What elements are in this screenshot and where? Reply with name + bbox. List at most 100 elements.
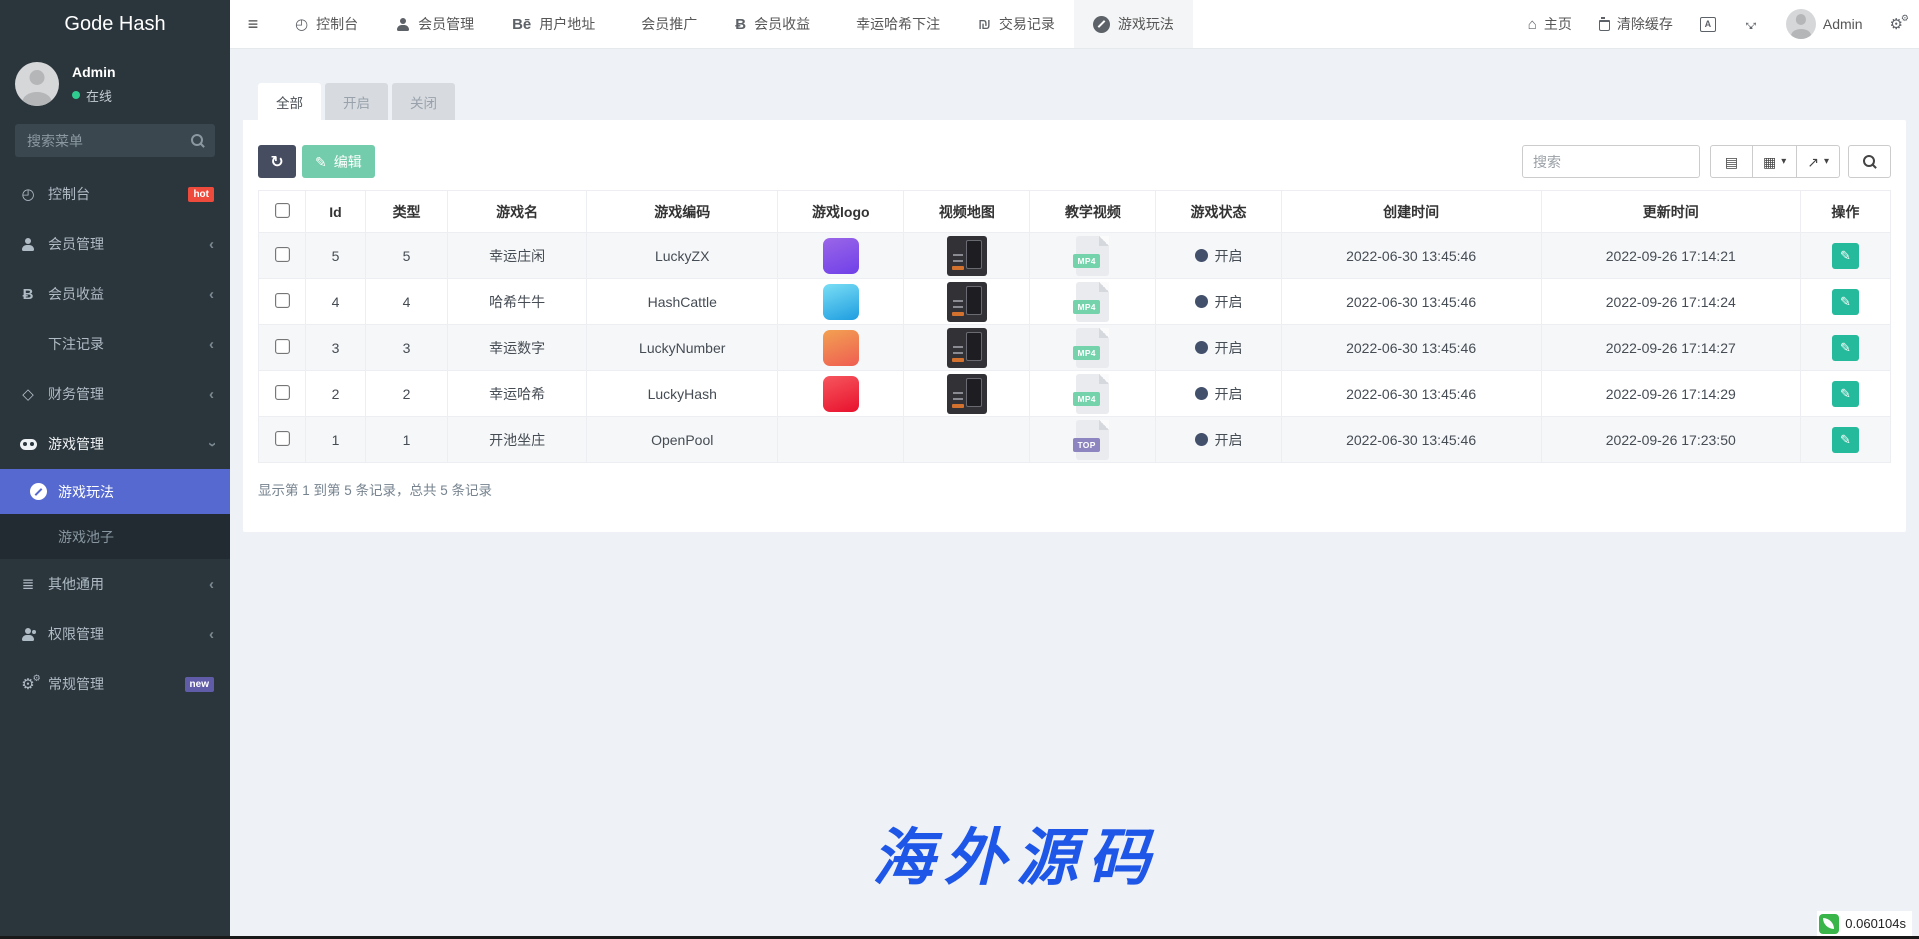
home-icon: ⌂ [1528, 17, 1537, 32]
topnav-home[interactable]: ⌂ 主页 [1528, 14, 1572, 34]
edit-button[interactable]: ✎ 编辑 [302, 145, 375, 178]
cell-status: 开启 [1156, 417, 1281, 463]
topnav-settings[interactable]: ⚙ [1890, 17, 1903, 32]
list-ul-icon: ≣ [22, 577, 35, 592]
row-select-cell [259, 233, 306, 279]
chevron-down-icon: ‹ [209, 437, 214, 452]
sidebar-item-diamond[interactable]: ◇财务管理‹ [0, 369, 230, 419]
cell-created: 2022-06-30 13:45:46 [1281, 417, 1541, 463]
status-label: 开启 [1215, 292, 1243, 312]
status-dot-icon [1195, 433, 1208, 446]
select-all-checkbox[interactable] [275, 203, 290, 218]
column-header: 类型 [366, 191, 448, 233]
row-checkbox[interactable] [275, 247, 290, 262]
status-label: 开启 [1215, 246, 1243, 266]
sidebar-item-label: 常规管理 [48, 674, 104, 694]
topnav-user[interactable]: Admin [1786, 9, 1863, 39]
sidebar-item-person[interactable]: 会员管理‹ [0, 219, 230, 269]
cell-logo [778, 417, 904, 463]
row-edit-button[interactable]: ✎ [1832, 335, 1859, 361]
cell-video-map [904, 371, 1030, 417]
online-dot-icon [72, 91, 80, 99]
refresh-button[interactable]: ↻ [258, 145, 296, 178]
row-checkbox[interactable] [275, 385, 290, 400]
topnav-home-label: 主页 [1544, 14, 1572, 34]
sidebar-item-icon-wrap [16, 439, 40, 450]
sidebar-item-icon-wrap: ≣ [16, 577, 40, 592]
user-name: Admin [72, 64, 116, 80]
cell-tutorial: MP4 [1030, 279, 1156, 325]
row-edit-button[interactable]: ✎ [1832, 289, 1859, 315]
list-view-icon: ▤ [1725, 155, 1738, 169]
gamepad-icon [20, 439, 37, 450]
sidebar-user-panel: Admin 在线 [0, 49, 230, 116]
topnav-item-label: 控制台 [316, 14, 358, 34]
file-type-label: MP4 [1073, 346, 1099, 360]
sidebar-subitem-wand[interactable]: 游戏玩法 [0, 469, 230, 514]
game-logo [823, 376, 859, 412]
row-edit-button[interactable]: ✎ [1832, 243, 1859, 269]
row-checkbox[interactable] [275, 431, 290, 446]
user-status: 在线 [72, 86, 116, 105]
detail-view-button[interactable]: ▤ [1710, 145, 1753, 178]
cell-tutorial: MP4 [1030, 233, 1156, 279]
chevron-left-icon: ‹ [209, 337, 214, 352]
column-header: 视频地图 [904, 191, 1030, 233]
tab-2[interactable]: 关闭 [392, 83, 455, 120]
row-edit-button[interactable]: ✎ [1832, 427, 1859, 453]
topnav-item-shekel[interactable]: ₪交易记录 [959, 0, 1074, 48]
topnav-item-handshake[interactable]: 会员推广 [614, 0, 716, 48]
topnav-item-bitcoin[interactable]: Ƀ会员收益 [716, 0, 829, 48]
topnav-item-calendar[interactable]: 幸运哈希下注 [829, 0, 959, 48]
row-checkbox[interactable] [275, 339, 290, 354]
topnav-item-dashboard[interactable]: ◴ 控制台 [276, 0, 377, 48]
sidebar-item-label: 游戏管理 [48, 434, 104, 454]
cell-updated: 2022-09-26 17:14:21 [1541, 233, 1800, 279]
sidebar-search-input[interactable] [15, 124, 215, 157]
sidebar-item-bitcoin[interactable]: Ƀ会员收益‹ [0, 269, 230, 319]
file-icon: MP4 [1076, 374, 1109, 414]
gears-icon: ⚙ [21, 677, 34, 692]
table-header-row: Id类型游戏名游戏编码游戏logo视频地图教学视频游戏状态创建时间更新时间操作 [259, 191, 1891, 233]
topnav-item-wand[interactable]: 游戏玩法 [1074, 0, 1193, 48]
cell-video-map [904, 279, 1030, 325]
diamond-icon: ◇ [22, 387, 34, 402]
status-label: 开启 [1215, 384, 1243, 404]
hamburger-menu-icon[interactable]: ≡ [230, 0, 276, 48]
tab-1[interactable]: 开启 [325, 83, 388, 120]
export-button[interactable]: ↗ ▾ [1796, 145, 1840, 178]
columns-button[interactable]: ▦ ▾ [1752, 145, 1797, 178]
sidebar-item-gears[interactable]: ⚙常规管理new [0, 659, 230, 709]
topnav-fullscreen[interactable] [1743, 16, 1759, 32]
sidebar-item-calendar[interactable]: 下注记录‹ [0, 319, 230, 369]
topnav-clear-cache[interactable]: 清除缓存 [1599, 14, 1673, 34]
table-search-input[interactable] [1522, 145, 1700, 178]
sidebar-item-users[interactable]: 权限管理‹ [0, 609, 230, 659]
row-checkbox[interactable] [275, 293, 290, 308]
caret-down-icon: ▾ [1824, 156, 1829, 167]
topnav-user-label: Admin [1823, 16, 1863, 32]
row-select-cell [259, 417, 306, 463]
topnav-language[interactable] [1700, 17, 1716, 32]
column-header: 游戏状态 [1156, 191, 1281, 233]
person-icon [396, 18, 410, 31]
sidebar-item-dashboard[interactable]: ◴控制台hot [0, 169, 230, 219]
sidebar-item-list-ul[interactable]: ≣其他通用‹ [0, 559, 230, 609]
row-edit-button[interactable]: ✎ [1832, 381, 1859, 407]
debug-time-badge[interactable]: 0.060104s [1817, 911, 1912, 936]
sidebar-subitem-hexagon[interactable]: 游戏池子 [0, 514, 230, 559]
row-select-cell [259, 325, 306, 371]
status-badge: 开启 [1156, 384, 1280, 404]
tab-0[interactable]: 全部 [258, 83, 321, 120]
sidebar-item-icon-wrap: Ƀ [16, 287, 40, 302]
cell-id: 1 [306, 417, 366, 463]
sidebar-item-gamepad[interactable]: 游戏管理 ‹ [0, 419, 230, 469]
topnav-item-label: 会员推广 [641, 14, 697, 34]
topnav-item-person[interactable]: 会员管理 [377, 0, 493, 48]
search-toggle-button[interactable] [1848, 145, 1891, 178]
dashboard-icon: ◴ [295, 17, 308, 32]
view-button-group: ▤ ▦ ▾ ↗ ▾ [1710, 145, 1840, 178]
trash-icon [1599, 20, 1610, 31]
topnav-item-behance[interactable]: Bē用户地址 [493, 0, 614, 48]
toolbar-right: ▤ ▦ ▾ ↗ ▾ [1522, 145, 1891, 178]
